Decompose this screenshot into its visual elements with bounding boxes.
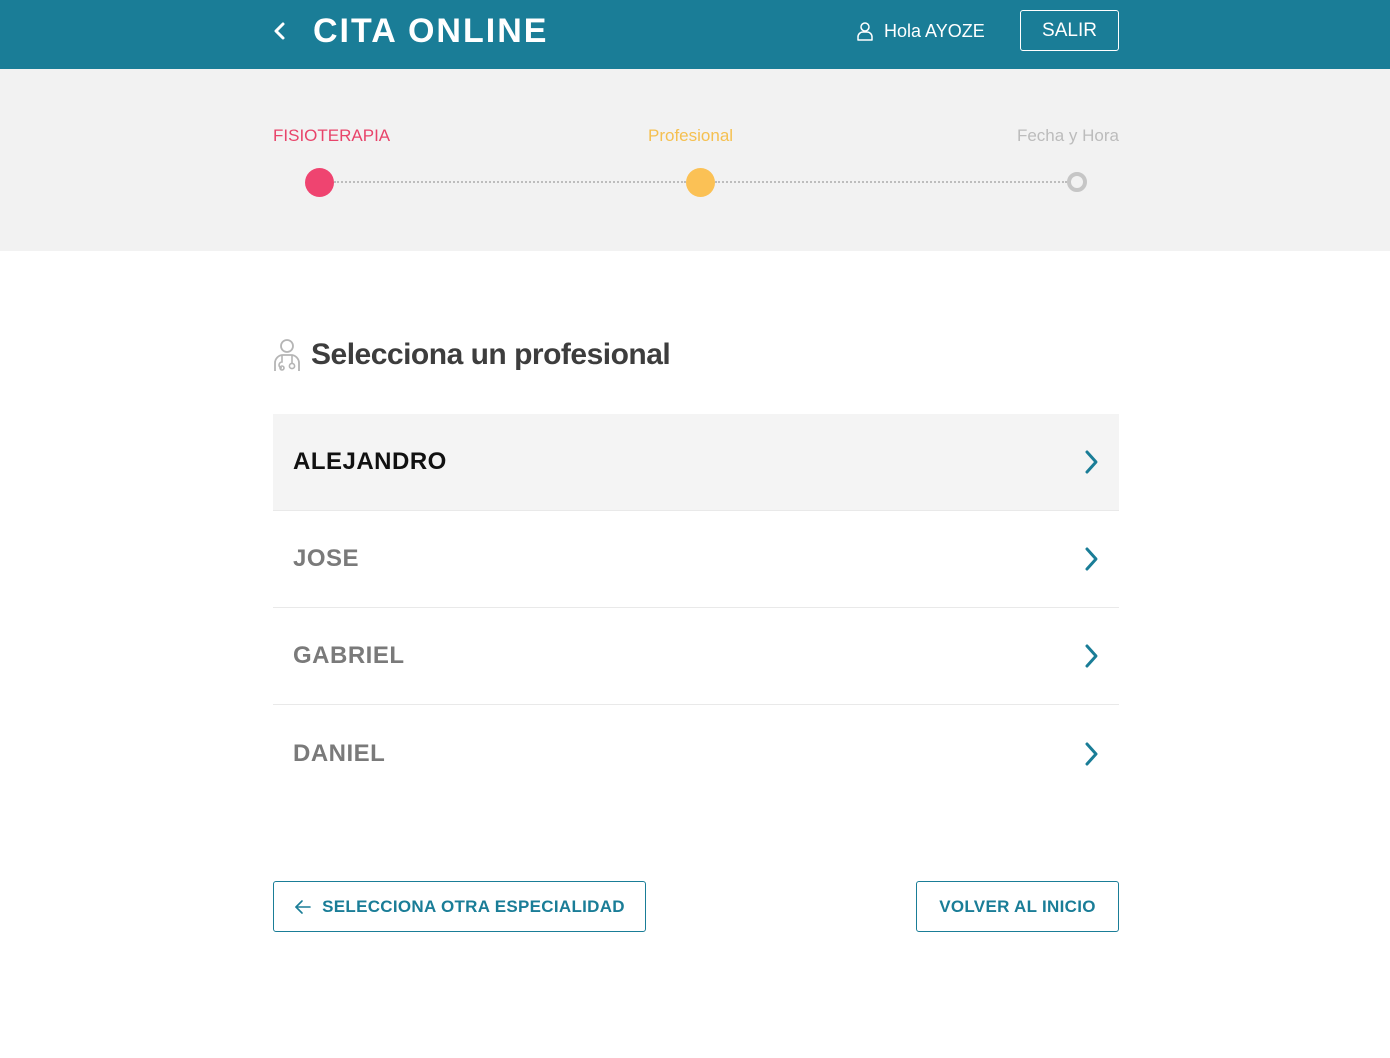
section-heading: Selecciona un profesional — [273, 337, 671, 373]
chevron-left-icon — [274, 22, 285, 40]
step-label-specialty: FISIOTERAPIA — [273, 126, 391, 145]
change-specialty-button[interactable]: SELECCIONA OTRA ESPECIALIDAD — [273, 881, 646, 932]
greeting-text: Hola AYOZE — [884, 20, 985, 41]
professional-name: DANIEL — [293, 739, 386, 767]
doctor-icon — [274, 339, 300, 371]
chevron-right-icon — [1085, 547, 1098, 571]
logout-button[interactable]: SALIR — [1020, 10, 1119, 51]
chevron-right-icon — [1085, 644, 1098, 668]
professional-name: GABRIEL — [293, 642, 405, 669]
professional-name: ALEJANDRO — [293, 448, 447, 475]
step-dot-done — [305, 168, 334, 197]
page-title: Selecciona un profesional — [311, 338, 671, 371]
professional-item-daniel[interactable]: DANIEL — [273, 705, 1119, 802]
professional-item-gabriel[interactable]: GABRIEL — [273, 608, 1119, 705]
user-icon — [857, 22, 873, 41]
back-to-home-button[interactable]: VOLVER AL INICIO — [916, 881, 1119, 932]
back-button[interactable] — [268, 18, 292, 44]
professional-item-jose[interactable]: JOSE — [273, 511, 1119, 608]
app-title: CITA ONLINE — [313, 12, 549, 50]
step-connector — [715, 181, 1067, 183]
chevron-right-icon — [1085, 450, 1098, 474]
app-header: CITA ONLINE Hola AYOZE SALIR — [0, 0, 1390, 69]
user-greeting: Hola AYOZE — [856, 19, 985, 43]
step-dot-pending — [1067, 172, 1087, 192]
step-label-date-time: Fecha y Hora — [1016, 126, 1119, 145]
step-connector — [334, 181, 686, 183]
chevron-right-icon — [1085, 742, 1098, 765]
professional-item-alejandro[interactable]: ALEJANDRO — [273, 414, 1119, 511]
professional-name: JOSE — [293, 545, 360, 572]
step-label-professional: Profesional — [648, 126, 734, 145]
step-dot-current — [686, 168, 715, 197]
progress-stepper: FISIOTERAPIA Profesional Fecha y Hora — [0, 69, 1390, 251]
change-specialty-label: SELECCIONA OTRA ESPECIALIDAD — [322, 896, 625, 916]
arrow-left-icon — [295, 899, 311, 914]
professional-list: ALEJANDRO JOSE GABRIEL DANIEL — [273, 414, 1119, 802]
